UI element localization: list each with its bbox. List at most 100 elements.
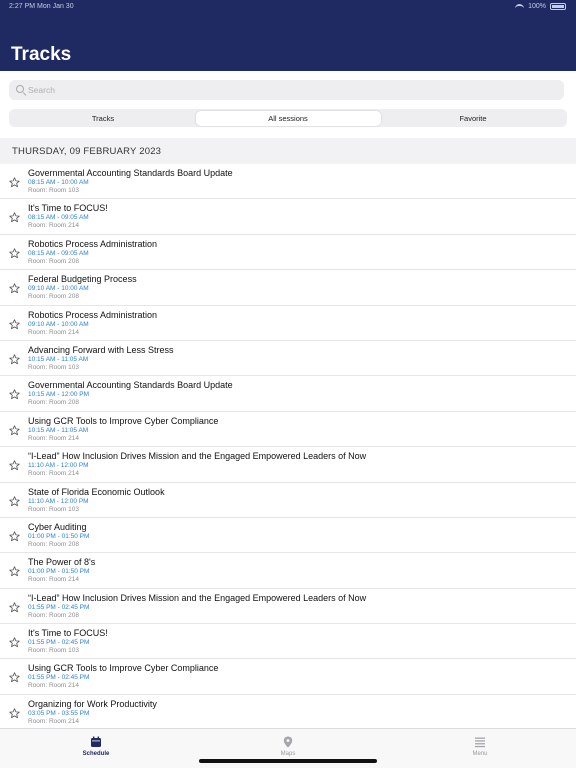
session-row[interactable]: Organizing for Work Productivity 03:05 PM… [0, 695, 576, 731]
session-time: 10:15 AM - 12:00 PM [28, 391, 90, 399]
session-room: Room: Room 214 [28, 434, 79, 442]
tab-maps-label: Maps [280, 751, 296, 757]
menu-icon [475, 737, 485, 748]
session-title: The Power of 8's [28, 557, 96, 568]
date-section-header: THURSDAY, 09 FEBRUARY 2023 [0, 138, 576, 164]
search-bar[interactable] [9, 80, 564, 100]
star-icon[interactable] [9, 564, 20, 577]
app-header: 2:27 PM Mon Jan 30 100% Tracks [0, 0, 576, 71]
star-icon-shape [9, 637, 20, 648]
star-icon[interactable] [9, 458, 20, 471]
session-time: 01:00 PM - 01:50 PM [28, 568, 90, 576]
session-list: Governmental Accounting Standards Board … [0, 164, 576, 731]
segment-all-sessions[interactable]: All sessions [195, 110, 381, 126]
star-icon-shape [9, 495, 20, 506]
map-pin-icon [283, 736, 293, 748]
session-room: Room: Room 208 [28, 257, 79, 265]
session-title: Robotics Process Administration [28, 309, 158, 320]
session-row[interactable]: “I-Lead” How Inclusion Drives Mission an… [0, 447, 576, 483]
session-title: Advancing Forward with Less Stress [28, 344, 174, 355]
session-row[interactable]: Robotics Process Administration 08:15 AM … [0, 235, 576, 271]
session-title: It's Time to FOCUS! [28, 203, 108, 214]
star-icon-shape [9, 389, 20, 400]
tab-schedule[interactable]: Schedule [0, 729, 192, 768]
star-icon[interactable] [9, 600, 20, 612]
session-room: Room: Room 208 [28, 293, 79, 301]
star-icon-shape [9, 318, 20, 329]
segmented-control: Tracks All sessions Favorite [9, 109, 567, 127]
status-bar: 2:27 PM Mon Jan 30 100% [0, 0, 576, 14]
session-room: Room: Room 214 [28, 470, 79, 478]
session-row[interactable]: The Power of 8's 01:00 PM - 01:50 PM Room:… [0, 553, 576, 589]
session-row[interactable]: It's Time to FOCUS! 08:15 AM - 09:05 AM Ro… [0, 199, 576, 235]
session-room: Room: Room 214 [28, 328, 79, 336]
session-room: Room: Room 208 [28, 611, 79, 619]
session-title: Governmental Accounting Standards Board … [28, 380, 233, 391]
session-time: 10:15 AM - 11:05 AM [28, 355, 89, 363]
session-row[interactable]: Using GCR Tools to Improve Cyber Complia… [0, 659, 576, 695]
session-row[interactable]: Advancing Forward with Less Stress 10:15 … [0, 341, 576, 377]
session-room: Room: Room 103 [28, 363, 79, 371]
search-input[interactable] [28, 80, 558, 100]
star-icon[interactable] [9, 387, 20, 400]
star-icon-shape [9, 248, 20, 258]
session-time: 08:15 AM - 09:05 AM [28, 214, 89, 222]
session-row[interactable]: Cyber Auditing 01:00 PM - 01:50 PM Room: R… [0, 518, 576, 554]
session-row[interactable]: State of Florida Economic Outlook 11:10 A… [0, 483, 576, 518]
search-icon [16, 85, 24, 93]
star-icon[interactable] [9, 352, 20, 365]
star-icon[interactable] [9, 281, 20, 294]
star-icon-shape [9, 531, 20, 542]
session-title: Using GCR Tools to Improve Cyber Complia… [28, 663, 219, 674]
star-icon-shape [9, 212, 20, 223]
star-icon-shape [9, 672, 20, 683]
tab-menu-label: Menu [472, 751, 488, 757]
star-icon[interactable] [9, 706, 20, 718]
tab-schedule-label: Schedule [82, 751, 110, 757]
star-icon[interactable] [9, 246, 20, 258]
session-room: Room: Room 208 [28, 540, 79, 548]
star-icon[interactable] [9, 175, 20, 188]
star-icon[interactable] [9, 317, 20, 329]
session-row[interactable]: Governmental Accounting Standards Board … [0, 376, 576, 412]
session-title: “I-Lead” How Inclusion Drives Mission an… [28, 592, 367, 603]
star-icon[interactable] [9, 529, 20, 542]
session-row[interactable]: Using GCR Tools to Improve Cyber Complia… [0, 412, 576, 448]
star-icon[interactable] [9, 210, 20, 223]
page-title: Tracks [11, 44, 72, 65]
session-row[interactable]: Robotics Process Administration 09:10 AM … [0, 306, 576, 341]
session-title: Federal Budgeting Process [28, 274, 137, 285]
session-title: Using GCR Tools to Improve Cyber Complia… [28, 415, 219, 426]
session-row[interactable]: Governmental Accounting Standards Board … [0, 164, 576, 200]
session-title: State of Florida Economic Outlook [28, 486, 165, 497]
session-room: Room: Room 214 [28, 222, 79, 230]
session-title: It's Time to FOCUS! [28, 628, 108, 639]
battery-icon [550, 3, 566, 10]
session-time: 10:15 AM - 11:05 AM [28, 426, 89, 434]
star-icon-shape [9, 283, 20, 294]
star-icon[interactable] [9, 494, 20, 506]
star-icon[interactable] [9, 423, 20, 435]
segment-favorite[interactable]: Favorite [381, 111, 566, 126]
session-time: 01:00 PM - 01:50 PM [28, 532, 90, 540]
session-title: Cyber Auditing [28, 521, 87, 532]
session-title: Governmental Accounting Standards Board … [28, 168, 233, 178]
star-icon[interactable] [9, 635, 20, 648]
session-time: 01:55 PM - 02:45 PM [28, 674, 90, 682]
status-indicators: 100% [515, 3, 566, 10]
session-row[interactable]: It's Time to FOCUS! 01:55 PM - 02:45 PM Ro… [0, 624, 576, 660]
status-time: 2:27 PM Mon Jan 30 [9, 3, 74, 10]
star-icon[interactable] [9, 670, 20, 683]
section-date-title: THURSDAY, 09 FEBRUARY 2023 [12, 146, 162, 157]
star-icon-shape [9, 425, 20, 435]
segment-tracks[interactable]: Tracks [11, 111, 196, 126]
session-title: Robotics Process Administration [28, 238, 158, 249]
calendar-icon [91, 736, 101, 747]
session-row[interactable]: Federal Budgeting Process 09:10 AM - 10:0… [0, 270, 576, 306]
session-row[interactable]: “I-Lead” How Inclusion Drives Mission an… [0, 589, 576, 625]
session-time: 09:10 AM - 10:00 AM [28, 320, 89, 328]
tab-menu[interactable]: Menu [384, 729, 576, 768]
session-time: 11:10 AM - 12:00 PM [28, 497, 89, 505]
session-title: Organizing for Work Productivity [28, 698, 157, 709]
session-room: Room: Room 103 [28, 647, 79, 655]
